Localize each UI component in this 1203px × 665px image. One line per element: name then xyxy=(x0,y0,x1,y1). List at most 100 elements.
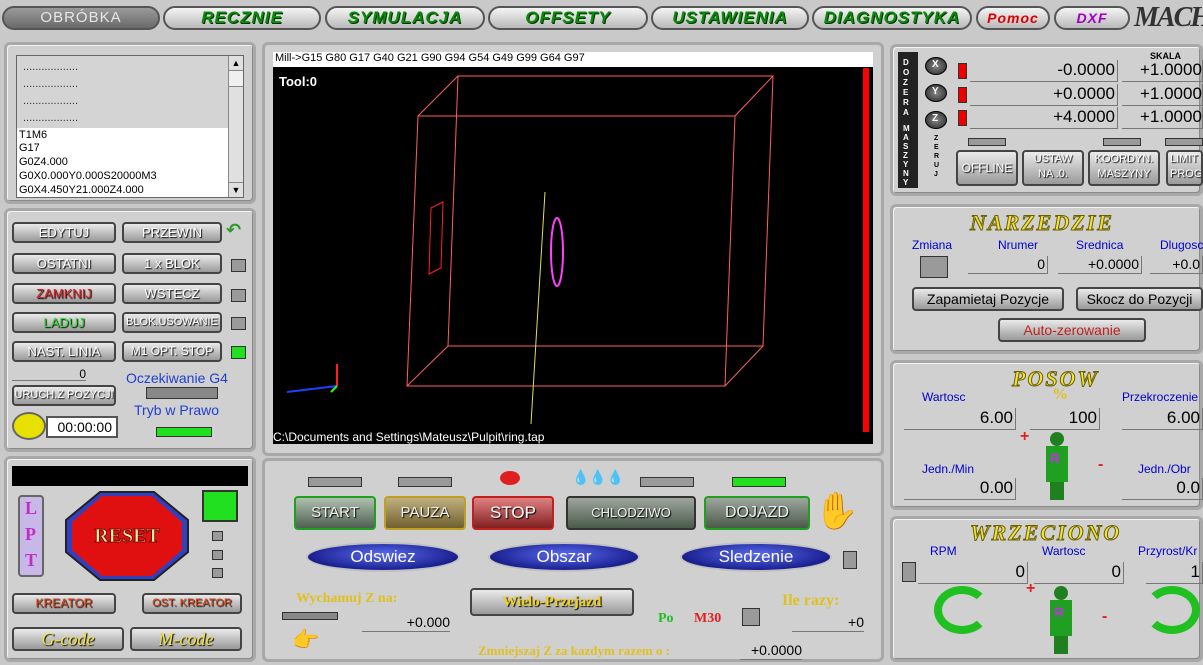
wychamuj-indicator xyxy=(282,612,338,620)
list-item[interactable]: G0X4.450Y21.000Z4.000 xyxy=(19,184,144,196)
scroll-thumb[interactable] xyxy=(229,71,243,87)
list-item-current[interactable]: T1M6 xyxy=(19,129,229,141)
ile-razy-field[interactable]: +0 xyxy=(792,614,864,632)
przekroczenie-label: Przekroczenie xyxy=(1122,390,1199,404)
zamknij-button[interactable]: ZAMKNIJ xyxy=(12,283,116,304)
y-axis-dro[interactable]: +0.0000 xyxy=(970,84,1118,106)
gcode-button[interactable]: G-code xyxy=(12,627,124,651)
koordyn-maszyny-button[interactable]: KOORDYN. MASZYNY xyxy=(1088,150,1160,186)
zmniejszaj-label: Zmniejszaj Z za kazdym razem o : xyxy=(478,643,671,658)
auto-zerowanie-button[interactable]: Auto-zerowanie xyxy=(998,318,1146,342)
zmniejszaj-field[interactable]: +0.0000 xyxy=(740,642,802,660)
spindle-minus-icon[interactable]: - xyxy=(1102,608,1107,626)
tab-diagnostyka[interactable]: DIAGNOSTYKA xyxy=(812,6,972,30)
ostatni-button[interactable]: OSTATNI xyxy=(12,253,116,274)
m1-opt-stop-button[interactable]: M1 OPT. STOP xyxy=(122,341,222,362)
m30-label: M30 xyxy=(694,611,722,626)
jedn-obr-field[interactable]: 0.0 xyxy=(1122,478,1203,500)
odswiez-button[interactable]: Odswiez xyxy=(306,542,460,572)
kreator-button[interactable]: KREATOR xyxy=(12,593,116,614)
limit-prog-button[interactable]: LIMIT PROG xyxy=(1166,150,1203,186)
dojazd-button[interactable]: DOJAZD xyxy=(704,496,810,530)
scrollbar[interactable]: ▲ ▼ xyxy=(228,56,243,197)
small-led xyxy=(212,568,223,578)
x-axis-dro[interactable]: -0.0000 xyxy=(970,60,1118,82)
m30-checkbox[interactable] xyxy=(742,608,760,626)
blok-usowanie-button[interactable]: BLOK.USOWANIE xyxy=(122,312,222,333)
scroll-up-icon[interactable]: ▲ xyxy=(229,56,243,71)
edytuj-button[interactable]: EDYTUJ xyxy=(12,222,116,243)
toolpath-viewport[interactable]: Mill->G15 G80 G17 G40 G21 G90 G94 G54 G4… xyxy=(273,52,873,444)
tab-recznie[interactable]: RECZNIE xyxy=(163,6,321,30)
timer-display: 00:00:00 xyxy=(46,416,118,438)
maszyny-line: MASZYNY xyxy=(1097,168,1151,180)
stop-button[interactable]: STOP xyxy=(472,496,554,530)
tab-ustawienia[interactable]: USTAWIENIA xyxy=(651,6,809,30)
feed-pct-field[interactable]: 100 xyxy=(1030,408,1100,430)
wychamuj-field[interactable]: +0.000 xyxy=(362,614,450,632)
uruch-z-pozycji-button[interactable]: URUCH.Z POZYCJI xyxy=(12,385,116,406)
list-item[interactable]: G0X0.000Y0.000S20000M3 xyxy=(19,170,157,182)
hand-icon[interactable]: ✋ xyxy=(814,490,859,532)
x-axis-scale[interactable]: +1.0000 xyxy=(1122,60,1203,82)
figure-r-icon: R xyxy=(1054,604,1065,620)
list-item[interactable]: G17 xyxy=(19,142,40,154)
wielo-przejazd-button[interactable]: Wielo-Przejazd xyxy=(470,588,634,616)
feed-minus-icon[interactable]: - xyxy=(1098,456,1103,474)
laduj-button[interactable]: LADUJ xyxy=(12,312,116,333)
sledzenie-led xyxy=(843,551,857,569)
file-path: C:\Documents and Settings\Mateusz\Pulpit… xyxy=(273,430,545,444)
spindle-cw-icon[interactable] xyxy=(1144,586,1200,634)
feed-operator-figure[interactable]: R xyxy=(1040,432,1076,502)
feed-plus-icon[interactable]: + xyxy=(1020,428,1029,446)
sledzenie-button[interactable]: Sledzenie xyxy=(680,542,832,572)
reset-button[interactable]: RESET xyxy=(64,490,190,582)
tab-offsety[interactable]: OFFSETY xyxy=(488,6,648,30)
tool-diameter-field[interactable]: +0.0000 xyxy=(1058,256,1142,274)
zapamietaj-pozycje-button[interactable]: Zapamietaj Pozycje xyxy=(912,287,1064,311)
clock-icon xyxy=(12,412,46,440)
scroll-down-icon[interactable]: ▼ xyxy=(229,182,243,197)
spindle-ccw-icon[interactable] xyxy=(934,586,990,634)
ost-kreator-button[interactable]: OST. KREATOR xyxy=(142,593,242,614)
koordyn-line: KOORDYN. xyxy=(1094,153,1154,165)
feed-value-field[interactable]: 6.00 xyxy=(904,408,1016,430)
offline-button[interactable]: OFFLINE xyxy=(956,150,1018,186)
gcode-list[interactable]: .................. .................. ..… xyxy=(16,55,244,198)
tool-number-field[interactable]: 0 xyxy=(968,256,1048,274)
coolant-drops-icon: 💧💧💧 xyxy=(572,470,625,486)
wstecz-button[interactable]: WSTECZ xyxy=(122,283,222,304)
figure-legs-icon xyxy=(1050,482,1064,500)
line-number-field[interactable]: 0 xyxy=(12,367,86,381)
tab-pomoc[interactable]: Pomoc xyxy=(976,6,1050,30)
start-led xyxy=(308,477,362,487)
ustaw-na-0-button[interactable]: USTAW NA .0. xyxy=(1022,150,1084,186)
z-axis-dro[interactable]: +4.0000 xyxy=(970,107,1118,129)
spindle-plus-icon[interactable]: + xyxy=(1026,580,1035,598)
start-button[interactable]: START xyxy=(294,496,376,530)
nast-linia-button[interactable]: NAST. LINIA xyxy=(12,341,116,362)
chlodziwo-button[interactable]: CHLODZIWO xyxy=(566,496,696,530)
jedn-min-field[interactable]: 0.00 xyxy=(904,478,1016,500)
zmiana-led[interactable] xyxy=(920,256,948,278)
tool-length-field[interactable]: +0.0 xyxy=(1150,256,1203,274)
z-axis-scale[interactable]: +1.0000 xyxy=(1122,107,1203,129)
feed-override-field[interactable]: 6.00 xyxy=(1122,408,1203,430)
tab-dxf[interactable]: DXF xyxy=(1054,6,1130,30)
przewin-button[interactable]: PRZEWIN xyxy=(122,222,222,243)
stop-lamp-icon xyxy=(500,471,520,485)
jedn-obr-label: Jedn./Obr xyxy=(1138,462,1191,476)
rpm-field[interactable]: 0 xyxy=(918,562,1028,584)
spindle-value-field[interactable]: 0 xyxy=(1034,562,1124,584)
spindle-operator-figure[interactable]: R xyxy=(1044,586,1080,656)
one-blok-button[interactable]: 1 x BLOK xyxy=(122,253,222,274)
tab-obrobka[interactable]: OBRÓBKA xyxy=(2,6,160,30)
list-item[interactable]: G0Z4.000 xyxy=(19,156,68,168)
y-axis-scale[interactable]: +1.0000 xyxy=(1122,84,1203,106)
obszar-button[interactable]: Obszar xyxy=(488,542,640,572)
mcode-button[interactable]: M-code xyxy=(130,627,242,651)
tab-symulacja[interactable]: SYMULACJA xyxy=(325,6,485,30)
pauza-button[interactable]: PAUZA xyxy=(384,496,466,530)
skocz-do-pozycji-button[interactable]: Skocz do Pozycji xyxy=(1076,287,1203,311)
przyrost-field[interactable]: 1 xyxy=(1146,562,1203,584)
